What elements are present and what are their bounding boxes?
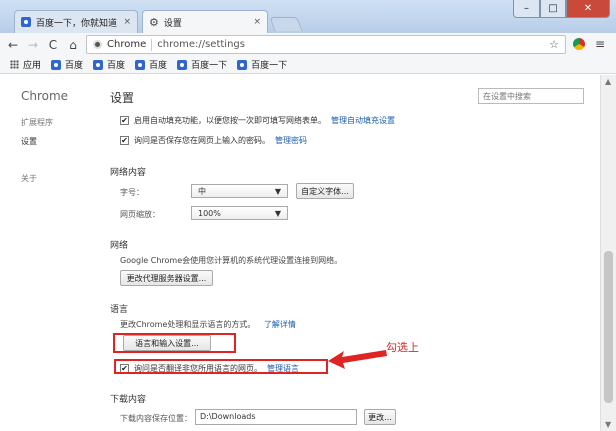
highlight-box-translate-option (114, 359, 328, 374)
scrollbar-thumb[interactable] (604, 251, 613, 403)
zoom-value: 100% (198, 208, 221, 218)
minimize-button[interactable]: – (513, 0, 540, 18)
menu-icon[interactable]: ≡ (595, 37, 605, 51)
settings-page (0, 75, 600, 431)
page-title: 设置 (110, 91, 135, 105)
font-size-label: 字号： (120, 188, 144, 197)
dropdown-arrow-icon: ▼ (274, 208, 281, 218)
bookmark-star-icon[interactable]: ☆ (549, 38, 559, 51)
chrome-page-icon (93, 40, 102, 49)
tab-title: 设置 (163, 18, 182, 29)
home-icon[interactable]: ⌂ (66, 38, 80, 52)
customize-fonts-button[interactable]: 自定义字体... (296, 183, 354, 199)
zoom-label: 网页缩放： (120, 210, 160, 219)
language-desc-text: 更改Chrome处理和显示语言的方式。 (120, 320, 256, 329)
password-label: 询问是否保存您在网页上输入的密码。 (134, 136, 270, 145)
apps-grid-icon (10, 60, 19, 69)
baidu-paw-icon (177, 59, 188, 70)
bookmarks-bar: 应用 百度 百度 百度 百度一下 百度一下 (0, 56, 616, 74)
vertical-scrollbar[interactable]: ▲ ▼ (600, 75, 616, 431)
bookmark-label: 应用 (23, 61, 42, 71)
page-zoom-select[interactable]: 100% ▼ (191, 206, 288, 220)
annotation-arrow-icon (328, 350, 387, 369)
annotation-callout: 勾选上 (386, 341, 419, 354)
close-window-button[interactable]: ✕ (566, 0, 610, 18)
font-size-value: 中 (198, 186, 206, 196)
close-tab-icon[interactable]: × (253, 17, 261, 27)
language-description: 更改Chrome处理和显示语言的方式。 了解详情 (120, 319, 296, 330)
title-bar: 百度一下，你就知道 × ⚙ 设置 × – □ ✕ (0, 0, 616, 33)
network-description: Google Chrome会使用您计算机的系统代理设置连接到网络。 (120, 256, 343, 265)
bookmark-item[interactable]: 百度一下 (237, 58, 287, 71)
url-text: chrome://settings (157, 39, 245, 50)
maximize-button[interactable]: □ (540, 0, 566, 18)
baidu-paw-icon (135, 59, 146, 70)
password-checkbox[interactable]: ✔ (120, 136, 129, 145)
bookmark-item[interactable]: 百度 (135, 58, 167, 71)
change-download-location-button[interactable]: 更改... (364, 409, 396, 425)
tab-title: 百度一下，你就知道 (36, 18, 118, 29)
font-size-select[interactable]: 中 ▼ (191, 184, 288, 198)
bookmark-label: 百度一下 (251, 61, 288, 71)
web-content-heading: 网络内容 (110, 168, 147, 178)
password-option: ✔ 询问是否保存您在网页上输入的密码。 管理密码 (120, 135, 307, 146)
bookmark-apps[interactable]: 应用 (10, 58, 41, 71)
baidu-paw-icon (237, 59, 248, 70)
bookmark-item[interactable]: 百度一下 (177, 58, 227, 71)
autofill-option: ✔ 启用自动填充功能，以便您按一次即可填写网络表单。 管理自动填充设置 (120, 115, 395, 126)
baidu-paw-icon (51, 59, 62, 70)
baidu-paw-icon (93, 59, 104, 70)
bookmark-item[interactable]: 百度 (51, 58, 83, 71)
bookmark-label: 百度 (149, 61, 168, 71)
forward-arrow-icon[interactable]: → (26, 38, 40, 52)
reload-icon[interactable]: C (46, 38, 60, 52)
autofill-label: 启用自动填充功能，以便您按一次即可填写网络表单。 (134, 116, 326, 125)
scroll-up-icon[interactable]: ▲ (605, 77, 611, 86)
site-label: Chrome (107, 39, 147, 50)
toolbar-right: ≡ (573, 37, 605, 51)
window-controls: – □ ✕ (513, 0, 610, 18)
address-bar[interactable]: Chrome chrome://settings ☆ (86, 35, 566, 54)
sidebar-item-about[interactable]: 关于 (21, 173, 37, 184)
close-tab-icon[interactable]: × (123, 17, 131, 27)
dropdown-arrow-icon: ▼ (274, 186, 281, 196)
sidebar-item-extensions[interactable]: 扩展程序 (21, 117, 53, 128)
highlight-box-language-button (113, 333, 236, 353)
gear-icon: ⚙ (149, 15, 159, 29)
bookmark-label: 百度 (107, 61, 126, 71)
bookmark-label: 百度 (65, 61, 84, 71)
sidebar-title: Chrome (21, 89, 69, 103)
baidu-paw-icon (21, 17, 31, 27)
manage-autofill-link[interactable]: 管理自动填充设置 (331, 115, 395, 126)
extension-icon[interactable] (573, 38, 585, 50)
download-location-field[interactable]: D:\Downloads (195, 409, 357, 425)
change-proxy-button[interactable]: 更改代理服务器设置... (120, 270, 213, 286)
scroll-down-icon[interactable]: ▼ (605, 420, 611, 429)
download-location-label: 下载内容保存位置： (120, 414, 192, 423)
network-heading: 网络 (110, 241, 129, 251)
divider (151, 38, 153, 51)
language-heading: 语言 (110, 305, 129, 315)
settings-search-input[interactable] (478, 88, 584, 104)
tab-baidu[interactable]: 百度一下，你就知道 × (14, 10, 138, 33)
autofill-checkbox[interactable]: ✔ (120, 116, 129, 125)
tab-settings[interactable]: ⚙ 设置 × (142, 10, 268, 33)
learn-more-link[interactable]: 了解详情 (264, 320, 296, 329)
downloads-heading: 下载内容 (110, 395, 147, 405)
sidebar-item-settings[interactable]: 设置 (21, 136, 37, 147)
manage-passwords-link[interactable]: 管理密码 (275, 135, 307, 146)
new-tab-button[interactable] (269, 17, 303, 31)
bookmark-label: 百度一下 (191, 61, 228, 71)
bookmark-item[interactable]: 百度 (93, 58, 125, 71)
back-arrow-icon[interactable]: ← (6, 38, 20, 52)
